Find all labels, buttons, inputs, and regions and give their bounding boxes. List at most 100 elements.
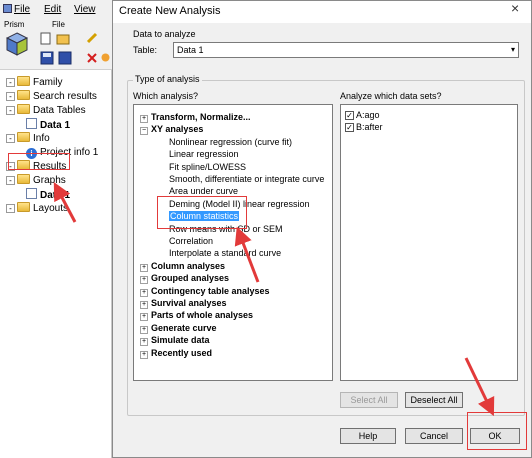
analysis-category[interactable]: − XY analyses [140, 123, 204, 136]
analysis-list[interactable]: + Transform, Normalize... − XY analyses Nonl… [133, 104, 333, 381]
expander-icon[interactable]: - [6, 204, 15, 213]
expand-icon[interactable]: + [140, 276, 148, 285]
table-select[interactable]: Data 1 ▾ [173, 42, 519, 58]
annotation-box-results [8, 153, 70, 170]
chevron-down-icon: ▾ [510, 45, 515, 54]
navigator-item[interactable]: Data 1 [26, 188, 70, 202]
toolbar: Prism File [0, 18, 112, 70]
analysis-category[interactable]: + Parts of whole analyses [140, 309, 254, 322]
star-icon[interactable] [100, 52, 111, 63]
navigator-item-label: Data 1 [40, 120, 71, 131]
menu-edit[interactable]: Edit [44, 4, 61, 15]
folder-icon [17, 132, 30, 142]
delete-icon[interactable] [86, 52, 98, 64]
deselect-all-button[interactable]: Deselect All [405, 392, 463, 408]
expand-icon[interactable]: + [140, 350, 148, 359]
expand-icon[interactable]: + [140, 263, 148, 272]
analysis-label: Parts of whole analyses [151, 310, 254, 321]
create-new-analysis-dialog: Create New Analysis × Data to analyze Ta… [112, 0, 532, 458]
analysis-item[interactable]: Correlation [169, 235, 213, 247]
collapse-icon[interactable]: − [140, 127, 148, 136]
folder-icon [17, 174, 30, 184]
navigator-item-label: Graphs [33, 175, 66, 186]
analysis-label: Fit spline/LOWESS [169, 161, 247, 172]
analysis-label: Transform, Normalize... [151, 112, 251, 122]
analysis-category[interactable]: + Survival analyses [140, 297, 227, 309]
analysis-item[interactable]: Linear regression [169, 148, 239, 160]
annotation-box-column-statistics [157, 196, 247, 229]
expander-icon[interactable]: - [6, 106, 15, 115]
navigator-item[interactable]: - Info [6, 132, 50, 146]
data-to-analyze-label: Data to analyze [133, 29, 196, 39]
analysis-category[interactable]: + Recently used [140, 347, 212, 359]
analysis-category[interactable]: + Simulate data [140, 334, 210, 347]
cancel-button[interactable]: Cancel [405, 428, 463, 444]
datasets-list[interactable]: ✓ A:ago ✓ B:after [340, 104, 518, 381]
navigator-item-label: Data Tables [33, 105, 86, 116]
analysis-item[interactable]: Smooth, differentiate or integrate curve [169, 173, 324, 185]
prism-cube-icon[interactable] [6, 32, 28, 56]
analysis-category[interactable]: + Transform, Normalize... [140, 111, 251, 123]
analysis-label: Interpolate a standard curve [169, 248, 282, 259]
expander-icon[interactable]: - [6, 78, 15, 87]
navigator-item[interactable]: Data 1 [26, 118, 70, 132]
pencil-icon[interactable] [86, 32, 98, 44]
analysis-category[interactable]: + Column analyses [140, 260, 225, 272]
analysis-category[interactable]: + Contingency table analyses [140, 285, 270, 297]
save-as-icon[interactable] [58, 51, 72, 65]
analysis-label: Correlation [169, 236, 214, 246]
dataset-item[interactable]: ✓ A:ago [345, 109, 380, 121]
navigator-item-label: Info [33, 133, 50, 144]
expander-icon[interactable]: - [6, 134, 15, 143]
sheet-icon [26, 188, 37, 199]
expand-icon[interactable]: + [140, 338, 148, 347]
expand-icon[interactable]: + [140, 313, 148, 322]
analysis-label: Generate curve [151, 322, 217, 333]
close-icon[interactable]: × [511, 1, 525, 15]
annotation-box-ok [467, 412, 527, 450]
open-file-icon[interactable] [56, 32, 70, 45]
dataset-checkbox[interactable]: ✓ [345, 123, 354, 132]
navigator-item[interactable]: - Data Tables [6, 104, 86, 118]
analysis-item[interactable]: Interpolate a standard curve [169, 247, 281, 259]
new-file-icon[interactable] [40, 32, 52, 45]
toolbar-group-prism: Prism [4, 20, 25, 29]
navigator-item[interactable]: - Search results [6, 90, 97, 104]
prism-main-window: File Edit View Prism File - Family - Search… [0, 0, 112, 458]
select-all-button[interactable]: Select All [340, 392, 398, 408]
navigator-item[interactable]: - Layouts [6, 202, 68, 216]
dataset-checkbox[interactable]: ✓ [345, 111, 354, 120]
navigator-item[interactable]: - Graphs [6, 174, 66, 188]
expand-icon[interactable]: + [140, 288, 148, 297]
analysis-label: XY analyses [151, 124, 204, 135]
menu-file-label: File [14, 4, 31, 15]
save-icon[interactable] [40, 51, 54, 65]
help-button[interactable]: Help [340, 428, 396, 444]
expander-icon[interactable]: - [6, 176, 15, 185]
which-datasets-label: Analyze which data sets? [340, 91, 442, 101]
toolbar-group-file: File [52, 20, 65, 29]
navigator-item[interactable]: - Family [6, 76, 62, 90]
menu-file[interactable]: File [14, 4, 30, 15]
expander-icon[interactable]: - [6, 92, 15, 101]
dataset-label: A:ago [356, 110, 380, 120]
analysis-category[interactable]: + Grouped analyses [140, 272, 230, 285]
navigator-item-label: Layouts [33, 203, 69, 214]
app-icon [3, 4, 12, 13]
type-of-analysis-label: Type of analysis [133, 74, 202, 84]
which-analysis-label: Which analysis? [133, 91, 199, 101]
analysis-category[interactable]: + Generate curve [140, 322, 217, 334]
analysis-label: Column analyses [151, 260, 226, 271]
analysis-label: Grouped analyses [151, 273, 230, 284]
analysis-item[interactable]: Fit spline/LOWESS [169, 161, 246, 173]
menu-view[interactable]: View [74, 4, 96, 15]
sheet-icon [26, 118, 37, 129]
analysis-label: Simulate data [151, 335, 210, 346]
menu-bar: File Edit View [0, 0, 112, 18]
menu-edit-label: Edit [44, 4, 62, 15]
expand-icon[interactable]: + [140, 325, 148, 334]
expand-icon[interactable]: + [140, 115, 148, 123]
dataset-item[interactable]: ✓ B:after [345, 121, 383, 133]
analysis-item[interactable]: Nonlinear regression (curve fit) [169, 136, 292, 148]
expand-icon[interactable]: + [140, 301, 148, 309]
